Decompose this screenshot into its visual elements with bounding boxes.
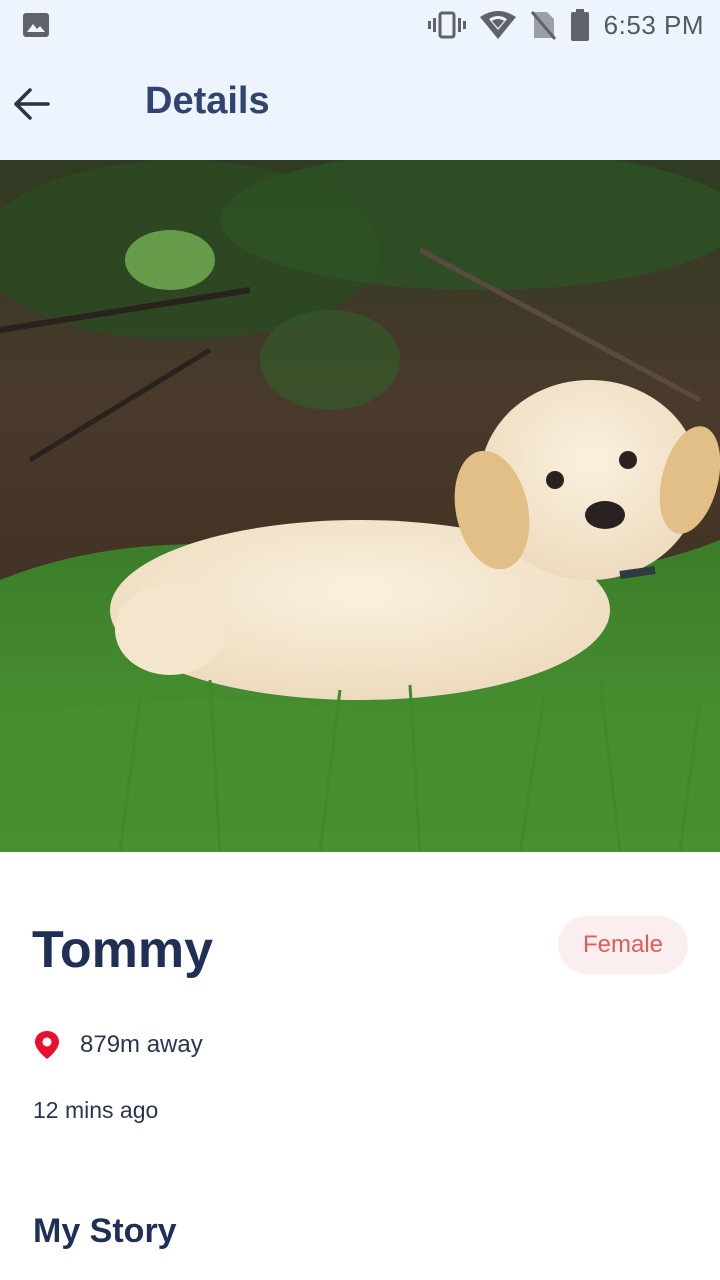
status-bar: 6:53 PM [0, 0, 720, 50]
pet-photo [0, 160, 720, 852]
wifi-icon [479, 11, 516, 39]
pet-name: Tommy [32, 921, 214, 979]
location-pin-icon [35, 1031, 59, 1059]
posted-time: 12 mins ago [33, 1097, 159, 1123]
location-row: 879m away [34, 1030, 203, 1060]
status-time: 6:53 PM [603, 9, 704, 40]
no-sim-icon [530, 11, 556, 40]
arrow-left-icon[interactable] [12, 84, 52, 124]
image-icon [23, 13, 49, 37]
gender-badge: Female [558, 916, 688, 974]
my-story-heading: My Story [33, 1212, 177, 1250]
battery-icon [570, 9, 589, 41]
vibrate-icon [427, 11, 466, 39]
status-icons: 6:53 PM [427, 0, 704, 50]
distance-text: 879m away [80, 1031, 203, 1058]
page-title: Details [145, 80, 270, 122]
app-bar: Details [0, 50, 720, 160]
